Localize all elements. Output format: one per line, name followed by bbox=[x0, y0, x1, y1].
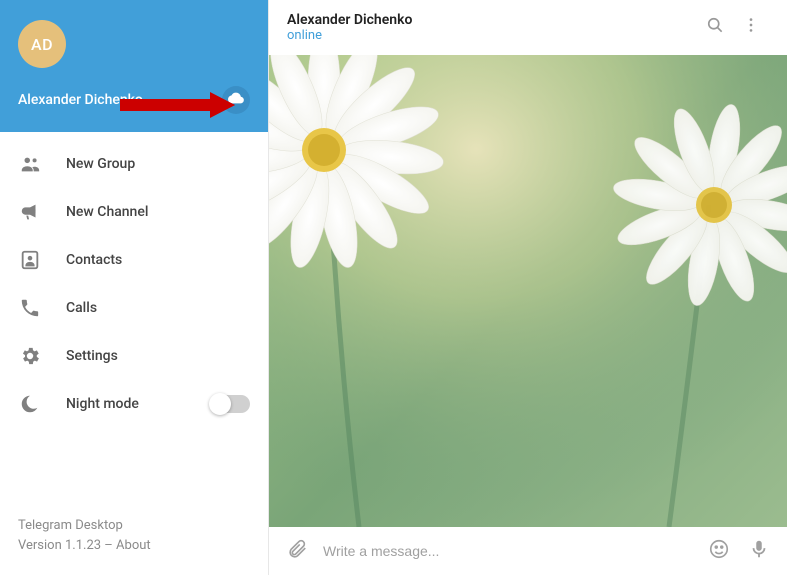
sidebar-footer: Telegram Desktop Version 1.1.23 – About bbox=[0, 516, 268, 575]
search-button[interactable] bbox=[697, 9, 733, 45]
search-icon bbox=[705, 15, 725, 39]
avatar[interactable]: AD bbox=[18, 20, 66, 68]
night-mode-toggle[interactable] bbox=[210, 395, 250, 413]
menu-item-label: New Channel bbox=[66, 204, 148, 220]
moon-icon bbox=[18, 392, 42, 416]
menu-item-night-mode[interactable]: Night mode bbox=[0, 380, 268, 428]
menu-item-contacts[interactable]: Contacts bbox=[0, 236, 268, 284]
sidebar: AD Alexander Dichenko New Group bbox=[0, 0, 269, 575]
gear-icon bbox=[18, 344, 42, 368]
megaphone-icon bbox=[18, 200, 42, 224]
sidebar-menu: New Group New Channel Contacts Calls Set… bbox=[0, 132, 268, 436]
app-version[interactable]: Version 1.1.23 – About bbox=[18, 536, 250, 556]
chat-header: Alexander Dichenko online bbox=[269, 0, 787, 55]
kebab-icon bbox=[741, 15, 761, 39]
menu-item-calls[interactable]: Calls bbox=[0, 284, 268, 332]
cloud-icon bbox=[228, 90, 244, 110]
chat-body[interactable] bbox=[269, 55, 787, 527]
person-icon bbox=[18, 248, 42, 272]
chat-background bbox=[269, 55, 787, 527]
mic-icon bbox=[748, 538, 770, 564]
message-composer bbox=[269, 527, 787, 575]
emoji-button[interactable] bbox=[705, 537, 733, 565]
menu-item-new-group[interactable]: New Group bbox=[0, 140, 268, 188]
app-name: Telegram Desktop bbox=[18, 516, 250, 536]
attach-button[interactable] bbox=[283, 537, 311, 565]
menu-item-label: Night mode bbox=[66, 396, 139, 412]
group-icon bbox=[18, 152, 42, 176]
saved-messages-button[interactable] bbox=[222, 86, 250, 114]
chat-title: Alexander Dichenko bbox=[287, 12, 697, 28]
avatar-initials: AD bbox=[31, 35, 53, 54]
voice-button[interactable] bbox=[745, 537, 773, 565]
message-input[interactable] bbox=[323, 543, 693, 559]
menu-item-new-channel[interactable]: New Channel bbox=[0, 188, 268, 236]
menu-item-label: New Group bbox=[66, 156, 135, 172]
smiley-icon bbox=[708, 538, 730, 564]
chat-title-block[interactable]: Alexander Dichenko online bbox=[287, 12, 697, 43]
paperclip-icon bbox=[286, 538, 308, 564]
menu-item-settings[interactable]: Settings bbox=[0, 332, 268, 380]
sidebar-header: AD Alexander Dichenko bbox=[0, 0, 268, 132]
menu-item-label: Settings bbox=[66, 348, 118, 364]
menu-item-label: Contacts bbox=[66, 252, 122, 268]
phone-icon bbox=[18, 296, 42, 320]
menu-item-label: Calls bbox=[66, 300, 97, 316]
chat-status: online bbox=[287, 28, 697, 43]
user-row: Alexander Dichenko bbox=[18, 86, 250, 114]
more-options-button[interactable] bbox=[733, 9, 769, 45]
main-pane: Alexander Dichenko online bbox=[269, 0, 787, 575]
user-name[interactable]: Alexander Dichenko bbox=[18, 92, 143, 108]
